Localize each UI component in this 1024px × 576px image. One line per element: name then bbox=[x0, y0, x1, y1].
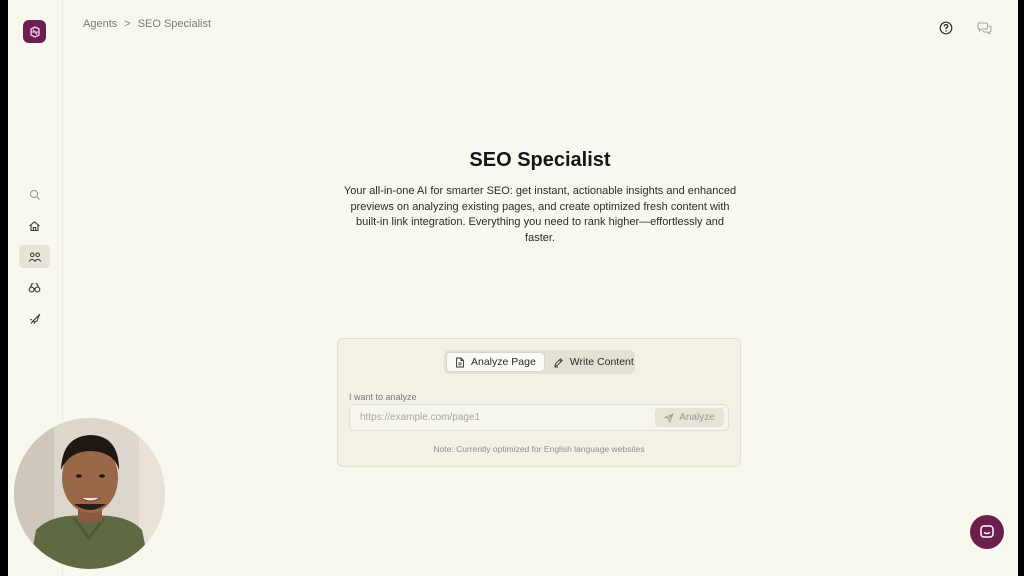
agents-icon bbox=[28, 252, 41, 262]
app-window: Agents > SEO Specialist SEO Specialist Y… bbox=[8, 0, 1018, 576]
analyze-button-label: Analyze bbox=[679, 412, 715, 423]
logo-icon bbox=[29, 25, 40, 38]
sidebar-item-agents[interactable] bbox=[19, 245, 50, 268]
help-icon bbox=[939, 21, 953, 35]
app-logo[interactable] bbox=[23, 20, 46, 43]
help-button[interactable] bbox=[937, 19, 955, 37]
sidebar-item-explore[interactable] bbox=[19, 276, 50, 299]
breadcrumb-root[interactable]: Agents bbox=[83, 18, 117, 30]
url-input[interactable] bbox=[350, 405, 650, 430]
support-chat-button[interactable] bbox=[970, 515, 1004, 549]
tab-write-label: Write Content bbox=[569, 356, 634, 368]
page-description: Your all-in-one AI for smarter SEO: get … bbox=[343, 185, 737, 244]
binoculars-icon bbox=[28, 282, 41, 292]
language-note: Note: Currently optimized for English la… bbox=[433, 444, 645, 454]
page-title: SEO Specialist bbox=[469, 149, 611, 171]
sidebar-item-home[interactable] bbox=[19, 214, 50, 237]
analyze-card: Analyze Page Write Content I want to ana… bbox=[337, 338, 741, 467]
home-icon bbox=[29, 220, 40, 231]
sidebar-item-launch[interactable] bbox=[19, 307, 50, 330]
breadcrumb: Agents > SEO Specialist bbox=[83, 18, 211, 30]
url-field-label: I want to analyze bbox=[349, 392, 417, 402]
webcam-overlay bbox=[14, 418, 165, 569]
analyze-button[interactable]: Analyze bbox=[655, 408, 724, 427]
url-field-container: Analyze bbox=[349, 404, 729, 431]
pen-icon bbox=[554, 357, 563, 367]
tab-analyze-page[interactable]: Analyze Page bbox=[446, 352, 545, 372]
send-icon bbox=[664, 412, 675, 423]
tab-write-content[interactable]: Write Content bbox=[545, 352, 642, 372]
chat-bubbles-icon bbox=[977, 22, 991, 35]
rocket-icon bbox=[29, 313, 40, 324]
chat-icon bbox=[980, 525, 994, 538]
breadcrumb-separator: > bbox=[124, 18, 131, 30]
search-icon bbox=[29, 189, 40, 200]
breadcrumb-current: SEO Specialist bbox=[137, 18, 212, 30]
presenter-video bbox=[14, 418, 165, 569]
chat-history-button[interactable] bbox=[975, 19, 993, 37]
tab-analyze-label: Analyze Page bbox=[471, 356, 536, 368]
sidebar-item-search[interactable] bbox=[19, 183, 50, 206]
mode-tabs: Analyze Page Write Content bbox=[444, 350, 635, 374]
document-icon bbox=[456, 357, 464, 367]
